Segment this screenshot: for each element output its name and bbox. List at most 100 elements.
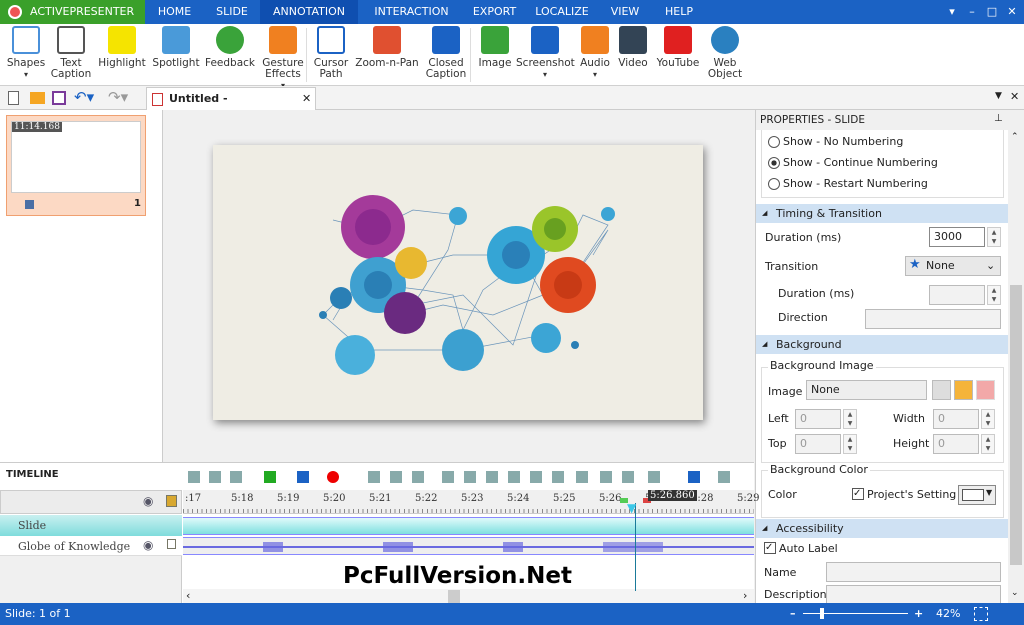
hscroll-thumb[interactable]: [448, 590, 460, 603]
ribbon-closed-caption-button[interactable]: Closed Caption: [424, 26, 468, 80]
height-spinner[interactable]: ▲ ▼: [981, 434, 995, 454]
duration-input[interactable]: 3000: [929, 227, 985, 247]
menu-tab-localize[interactable]: LOCALIZE: [524, 0, 600, 24]
volume-icon[interactable]: [648, 471, 660, 483]
new-icon[interactable]: [8, 91, 19, 105]
menu-tab-slide[interactable]: SLIDE: [204, 0, 260, 24]
visibility-icon[interactable]: ◉: [143, 538, 153, 552]
properties-scrollbar[interactable]: ⌃ ⌄: [1008, 110, 1024, 603]
ribbon-highlight-button[interactable]: Highlight: [96, 26, 148, 69]
menu-tab-export[interactable]: EXPORT: [465, 0, 524, 24]
ribbon-gesture-effects-button[interactable]: Gesture Effects ▾: [258, 26, 308, 91]
add-image-icon[interactable]: [954, 380, 973, 400]
lock-all-icon[interactable]: [166, 495, 177, 507]
stop-icon[interactable]: [297, 471, 309, 483]
clone-icon[interactable]: [188, 471, 200, 483]
section-timing[interactable]: Timing & Transition: [756, 204, 1008, 223]
menu-tab-help[interactable]: HELP: [650, 0, 708, 24]
name-input[interactable]: [826, 562, 1001, 582]
width-input[interactable]: 0: [933, 409, 979, 429]
auto-label-checkbox[interactable]: ✓: [764, 542, 776, 554]
blank-icon[interactable]: [600, 471, 612, 483]
track-audio[interactable]: Globe of Knowledge ◉: [0, 536, 182, 556]
sub-duration-input[interactable]: [929, 285, 985, 305]
zoom-slider[interactable]: [803, 608, 908, 619]
scrollbar-thumb[interactable]: [1010, 285, 1022, 565]
loop-icon[interactable]: [230, 471, 242, 483]
slide-content[interactable]: [213, 145, 703, 420]
speed-icon[interactable]: [552, 471, 564, 483]
zoom-reset-icon[interactable]: [412, 471, 424, 483]
menu-tab-annotation[interactable]: ANNOTATION: [260, 0, 358, 24]
direction-select[interactable]: [865, 309, 1001, 329]
insert-time-icon[interactable]: [530, 471, 542, 483]
zoom-in-button[interactable]: +: [914, 603, 923, 625]
close-tab-icon[interactable]: ✕: [302, 88, 311, 110]
document-tab[interactable]: Untitled - Untitled.approj* ✕: [146, 87, 316, 127]
image-input[interactable]: None: [806, 380, 927, 400]
playhead-marker[interactable]: ▼: [627, 501, 636, 515]
minimize-button[interactable]: –: [962, 0, 982, 24]
zoom-out-button[interactable]: –: [790, 603, 796, 625]
left-spinner[interactable]: ▲ ▼: [843, 409, 857, 429]
section-background[interactable]: Background: [756, 335, 1008, 354]
ribbon-screenshot-button[interactable]: Screenshot ▾: [516, 26, 575, 80]
radio-button[interactable]: [768, 157, 780, 169]
freeze-icon[interactable]: [576, 471, 588, 483]
markers-icon[interactable]: [718, 471, 730, 483]
panel-menu-icon[interactable]: ▼: [995, 91, 1002, 101]
app-menu-button[interactable]: ACTIVEPRESENTER: [0, 0, 145, 24]
join-icon[interactable]: [464, 471, 476, 483]
radio-button[interactable]: [768, 178, 780, 190]
audio-waveform[interactable]: [183, 537, 754, 555]
split-icon[interactable]: [442, 471, 454, 483]
pin-icon[interactable]: ⊥: [994, 113, 1003, 124]
radio-button[interactable]: [768, 136, 780, 148]
top-spinner[interactable]: ▲ ▼: [843, 434, 857, 454]
fit-window-icon[interactable]: [974, 607, 988, 621]
numbering-option[interactable]: Show - No Numbering: [768, 135, 903, 148]
description-input[interactable]: [826, 585, 1001, 603]
ribbon-youtube-button[interactable]: YouTube: [654, 26, 702, 69]
cursor-icon[interactable]: [622, 471, 634, 483]
section-accessibility[interactable]: Accessibility: [756, 519, 1008, 538]
crop-icon[interactable]: [508, 471, 520, 483]
height-input[interactable]: 0: [933, 434, 979, 454]
ribbon-video-button[interactable]: Video: [616, 26, 650, 69]
top-input[interactable]: 0: [795, 434, 841, 454]
undo-icon[interactable]: ↶▾: [74, 88, 94, 106]
cc-icon[interactable]: [688, 471, 700, 483]
zoom-in-icon[interactable]: [368, 471, 380, 483]
playhead-line[interactable]: [635, 503, 636, 591]
ribbon-web-object-button[interactable]: Web Object: [704, 26, 746, 80]
numbering-option[interactable]: Show - Continue Numbering: [768, 156, 938, 169]
snap-icon[interactable]: [209, 471, 221, 483]
close-button[interactable]: ✕: [1002, 0, 1022, 24]
menu-tab-home[interactable]: HOME: [145, 0, 204, 24]
visibility-all-icon[interactable]: ◉: [143, 494, 153, 508]
record-icon[interactable]: [327, 471, 339, 483]
remove-image-icon[interactable]: [976, 380, 995, 400]
menu-tab-view[interactable]: VIEW: [600, 0, 650, 24]
width-spinner[interactable]: ▲ ▼: [981, 409, 995, 429]
ribbon-zoom-n-pan-button[interactable]: Zoom-n-Pan: [352, 26, 422, 69]
slide-clip[interactable]: [183, 517, 754, 535]
numbering-option[interactable]: Show - Restart Numbering: [768, 177, 928, 190]
left-input[interactable]: 0: [795, 409, 841, 429]
ribbon-spotlight-button[interactable]: Spotlight: [150, 26, 202, 69]
duration-spinner[interactable]: ▲ ▼: [987, 227, 1001, 247]
slide-thumbnail[interactable]: 11:14.168 1: [6, 115, 146, 216]
ribbon-options-button[interactable]: ▾: [942, 0, 962, 24]
ribbon-shapes-button[interactable]: Shapes ▾: [6, 26, 46, 80]
timeline-hscroll[interactable]: ‹ ›: [183, 589, 754, 604]
cut-icon[interactable]: [486, 471, 498, 483]
select-image-icon[interactable]: [932, 380, 951, 400]
redo-icon[interactable]: ↷▾: [108, 88, 128, 106]
ribbon-text-caption-button[interactable]: Text Caption: [48, 26, 94, 80]
zoom-slider-thumb[interactable]: [819, 608, 824, 619]
track-slide[interactable]: Slide: [0, 515, 182, 536]
color-picker[interactable]: ▼: [958, 485, 996, 505]
ribbon-image-button[interactable]: Image: [476, 26, 514, 69]
maximize-button[interactable]: □: [982, 0, 1002, 24]
save-icon[interactable]: [52, 91, 66, 105]
